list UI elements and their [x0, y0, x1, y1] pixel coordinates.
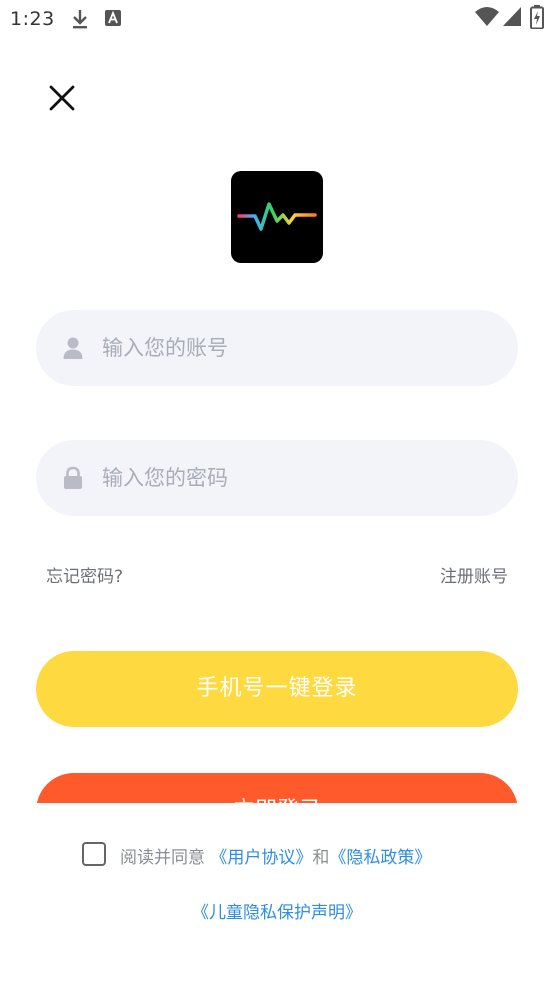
password-field — [36, 440, 518, 516]
user-agreement-link[interactable]: 《用户协议》 — [210, 848, 312, 868]
status-bar: 1:23 — [0, 0, 554, 38]
account-input[interactable] — [102, 310, 492, 386]
wifi-icon — [474, 6, 500, 32]
close-button[interactable] — [46, 82, 78, 114]
privacy-policy-link[interactable]: 《隐私政策》 — [329, 848, 431, 868]
agreement-checkbox[interactable] — [82, 842, 106, 866]
agreement-row: 阅读并同意 《用户协议》和《隐私政策》 — [0, 838, 554, 870]
agreement-text: 阅读并同意 《用户协议》和《隐私政策》 — [120, 843, 431, 868]
app-logo — [231, 171, 323, 263]
signal-icon — [502, 6, 522, 32]
agreement-conjunction: 和 — [312, 848, 330, 868]
register-account-link[interactable]: 注册账号 — [440, 562, 508, 587]
child-privacy-link[interactable]: 《儿童隐私保护声明》 — [0, 898, 554, 923]
phone-login-button[interactable]: 手机号一键登录 — [36, 651, 518, 727]
download-icon — [70, 8, 90, 34]
waveform-icon — [237, 202, 317, 231]
user-icon — [62, 336, 84, 360]
login-screen: 1:23 输入您的账号 忘记密码? 注册账号 手机号一键登录 阅读并同意 《用户… — [0, 0, 554, 984]
close-icon — [49, 85, 75, 111]
text-icon — [104, 8, 122, 32]
login-button-clip: 立即登录 — [36, 773, 518, 803]
battery-charging-icon — [530, 5, 544, 33]
account-field — [36, 310, 518, 386]
lock-icon — [62, 466, 84, 490]
status-time: 1:23 — [10, 8, 55, 30]
forgot-password-link[interactable]: 忘记密码? — [46, 562, 123, 587]
agreement-prefix: 阅读并同意 — [120, 848, 211, 868]
login-button[interactable]: 立即登录 — [36, 773, 518, 803]
password-input[interactable] — [102, 440, 492, 516]
